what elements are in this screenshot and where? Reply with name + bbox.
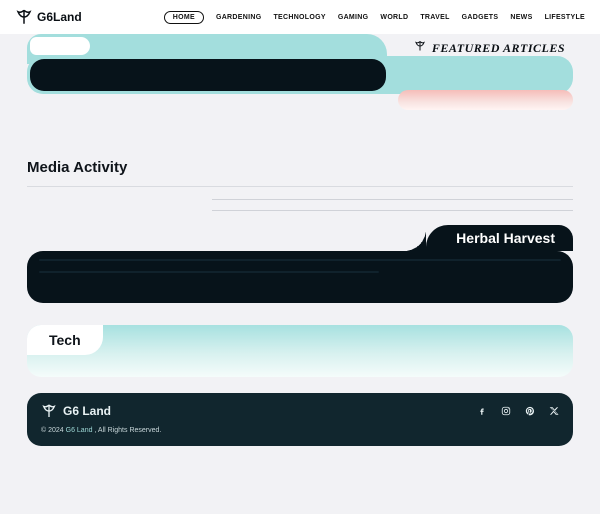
nav-lifestyle[interactable]: LIFESTYLE [545,14,585,21]
brand[interactable]: G6Land [15,8,82,26]
footer-brand[interactable]: G6 Land [41,403,111,419]
facebook-icon[interactable] [477,406,487,416]
copyright-suffix: , All Rights Reserved. [92,427,161,434]
footer: G6 Land © 2024 G6 Land , All Rights Rese… [27,393,573,446]
nav-home[interactable]: HOME [164,11,204,24]
footer-site-link[interactable]: G6 Land [66,427,93,434]
header: G6Land HOME GARDENING TECHNOLOGY GAMING … [0,0,600,34]
x-twitter-icon[interactable] [549,406,559,416]
leaf-logo-icon [15,8,33,26]
featured-pink-accent [398,90,573,110]
copyright: © 2024 G6 Land , All Rights Reserved. [41,427,559,434]
placeholder-line [39,271,379,273]
nav-news[interactable]: NEWS [510,14,532,21]
main-nav: HOME GARDENING TECHNOLOGY GAMING WORLD T… [164,11,585,24]
media-activity-title: Media Activity [27,159,573,176]
leaf-logo-icon [41,403,57,419]
copyright-prefix: © 2024 [41,427,66,434]
featured-articles-label: FEATURED ARTICLES [414,40,565,56]
divider [27,186,573,187]
leaf-icon [414,40,426,56]
nav-travel[interactable]: TRAVEL [420,14,449,21]
tech-tab[interactable]: Tech [27,325,103,355]
nav-gaming[interactable]: GAMING [338,14,369,21]
placeholder-line [39,259,561,261]
tech-title: Tech [49,332,81,348]
footer-brand-name: G6 Land [63,404,111,418]
featured-articles-text: FEATURED ARTICLES [432,41,565,56]
brand-name: G6Land [37,10,82,24]
herbal-harvest-section: Herbal Harvest [27,225,573,303]
herbal-harvest-body [27,251,573,303]
nav-technology[interactable]: TECHNOLOGY [273,14,325,21]
social-links [477,406,559,416]
media-activity-section: Media Activity [27,159,573,211]
nav-world[interactable]: WORLD [380,14,408,21]
herbal-harvest-tab[interactable]: Herbal Harvest [426,225,573,251]
tech-section: Tech [27,325,573,377]
placeholder-line [212,199,573,200]
featured-band: FEATURED ARTICLES [27,34,573,104]
featured-inner-pill [30,59,386,91]
placeholder-line [212,210,573,211]
herbal-harvest-title: Herbal Harvest [456,230,555,246]
nav-gardening[interactable]: GARDENING [216,14,261,21]
instagram-icon[interactable] [501,406,511,416]
nav-gadgets[interactable]: GADGETS [462,14,499,21]
pinterest-icon[interactable] [525,406,535,416]
featured-tab-notch [30,37,90,55]
media-placeholder-lines [212,199,573,211]
